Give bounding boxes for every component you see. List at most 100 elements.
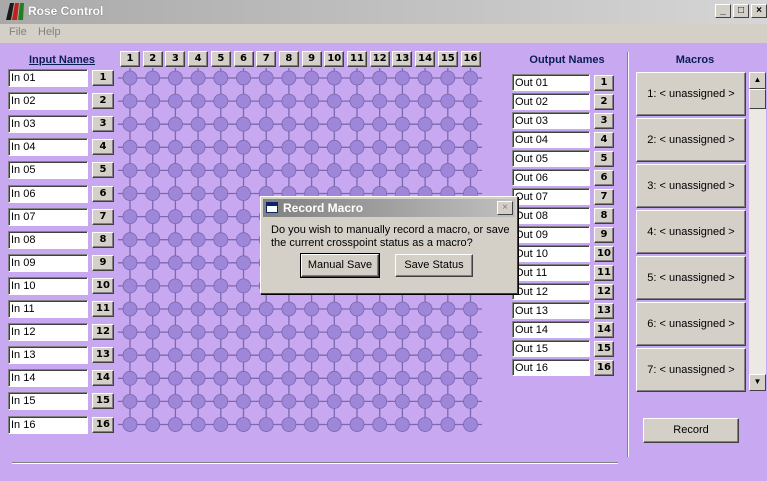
output-number-button[interactable]: 8 [594,208,614,224]
crosspoint-node[interactable] [372,301,388,317]
crosspoint-node[interactable] [167,301,183,317]
crosspoint-node[interactable] [145,162,161,178]
crosspoint-node[interactable] [349,116,365,132]
crosspoint-node[interactable] [281,139,297,155]
macro-button-5[interactable]: 5: < unassigned > [636,256,746,300]
crosspoint-node[interactable] [463,301,478,317]
crosspoint-node[interactable] [122,93,138,109]
crosspoint-node[interactable] [190,393,206,409]
crosspoint-node[interactable] [417,417,433,432]
macro-button-2[interactable]: 2: < unassigned > [636,118,746,162]
crosspoint-node[interactable] [145,186,161,201]
crosspoint-node[interactable] [281,370,297,386]
crosspoint-node[interactable] [304,417,320,432]
macro-button-1[interactable]: 1: < unassigned > [636,72,746,116]
input-name-field[interactable]: In 05 [8,161,88,180]
crosspoint-node[interactable] [213,370,229,386]
input-name-field[interactable]: In 14 [8,369,88,388]
scroll-up-icon[interactable]: ▲ [749,72,766,89]
crosspoint-node[interactable] [463,116,478,132]
input-number-button[interactable]: 3 [92,116,114,133]
crosspoint-node[interactable] [372,70,388,86]
crosspoint-node[interactable] [281,347,297,363]
output-name-field[interactable]: Out 07 [512,188,590,205]
crosspoint-node[interactable] [349,370,365,386]
crosspoint-node[interactable] [281,393,297,409]
crosspoint-node[interactable] [167,278,183,294]
crosspoint-node[interactable] [440,162,456,178]
column-number-button[interactable]: 3 [165,51,186,67]
macro-button-6[interactable]: 6: < unassigned > [636,302,746,346]
input-number-button[interactable]: 1 [92,70,114,86]
input-name-field[interactable]: In 03 [8,115,88,134]
crosspoint-node[interactable] [372,393,388,409]
crosspoint-node[interactable] [372,139,388,155]
crosspoint-node[interactable] [304,393,320,409]
crosspoint-node[interactable] [145,393,161,409]
crosspoint-node[interactable] [281,116,297,132]
input-number-button[interactable]: 16 [92,416,114,433]
crosspoint-node[interactable] [167,370,183,386]
column-number-button[interactable]: 9 [301,51,322,67]
output-name-field[interactable]: Out 06 [512,169,590,186]
crosspoint-node[interactable] [304,139,320,155]
crosspoint-node[interactable] [258,370,274,386]
crosspoint-node[interactable] [122,139,138,155]
crosspoint-node[interactable] [190,70,206,86]
input-name-field[interactable]: In 12 [8,323,88,342]
crosspoint-node[interactable] [236,301,251,317]
crosspoint-node[interactable] [167,116,183,132]
output-name-field[interactable]: Out 09 [512,226,590,243]
crosspoint-node[interactable] [372,370,388,386]
output-name-field[interactable]: Out 15 [512,340,590,357]
crosspoint-node[interactable] [167,417,183,432]
crosspoint-node[interactable] [463,347,478,363]
crosspoint-node[interactable] [190,255,206,271]
input-name-field[interactable]: In 15 [8,392,88,411]
output-number-button[interactable]: 9 [594,227,614,243]
crosspoint-node[interactable] [145,93,161,109]
crosspoint-node[interactable] [440,93,456,109]
crosspoint-node[interactable] [349,324,365,340]
input-number-button[interactable]: 13 [92,347,114,364]
crosspoint-node[interactable] [304,324,320,340]
crosspoint-node[interactable] [167,186,183,201]
crosspoint-node[interactable] [349,70,365,86]
crosspoint-node[interactable] [326,370,342,386]
crosspoint-node[interactable] [372,324,388,340]
column-number-button[interactable]: 6 [233,51,254,67]
output-name-field[interactable]: Out 05 [512,150,590,167]
crosspoint-node[interactable] [236,209,251,225]
input-number-button[interactable]: 14 [92,370,114,387]
output-name-field[interactable]: Out 16 [512,359,590,376]
crosspoint-node[interactable] [236,278,251,294]
crosspoint-node[interactable] [167,324,183,340]
output-name-field[interactable]: Out 04 [512,131,590,148]
crosspoint-node[interactable] [394,301,410,317]
crosspoint-node[interactable] [326,93,342,109]
crosspoint-node[interactable] [145,70,161,86]
output-name-field[interactable]: Out 01 [512,74,590,91]
crosspoint-node[interactable] [122,278,138,294]
crosspoint-node[interactable] [349,162,365,178]
crosspoint-node[interactable] [190,139,206,155]
crosspoint-node[interactable] [145,301,161,317]
scroll-thumb[interactable] [749,89,766,109]
output-number-button[interactable]: 4 [594,132,614,148]
crosspoint-node[interactable] [122,116,138,132]
crosspoint-node[interactable] [190,209,206,225]
output-name-field[interactable]: Out 13 [512,302,590,319]
crosspoint-node[interactable] [463,370,478,386]
crosspoint-node[interactable] [258,301,274,317]
crosspoint-node[interactable] [213,116,229,132]
crosspoint-node[interactable] [167,139,183,155]
crosspoint-node[interactable] [213,324,229,340]
column-number-button[interactable]: 13 [392,51,413,67]
input-number-button[interactable]: 12 [92,324,114,341]
crosspoint-node[interactable] [167,93,183,109]
output-name-field[interactable]: Out 12 [512,283,590,300]
crosspoint-node[interactable] [440,70,456,86]
crosspoint-node[interactable] [145,139,161,155]
save-status-button[interactable]: Save Status [395,254,473,277]
crosspoint-node[interactable] [258,116,274,132]
